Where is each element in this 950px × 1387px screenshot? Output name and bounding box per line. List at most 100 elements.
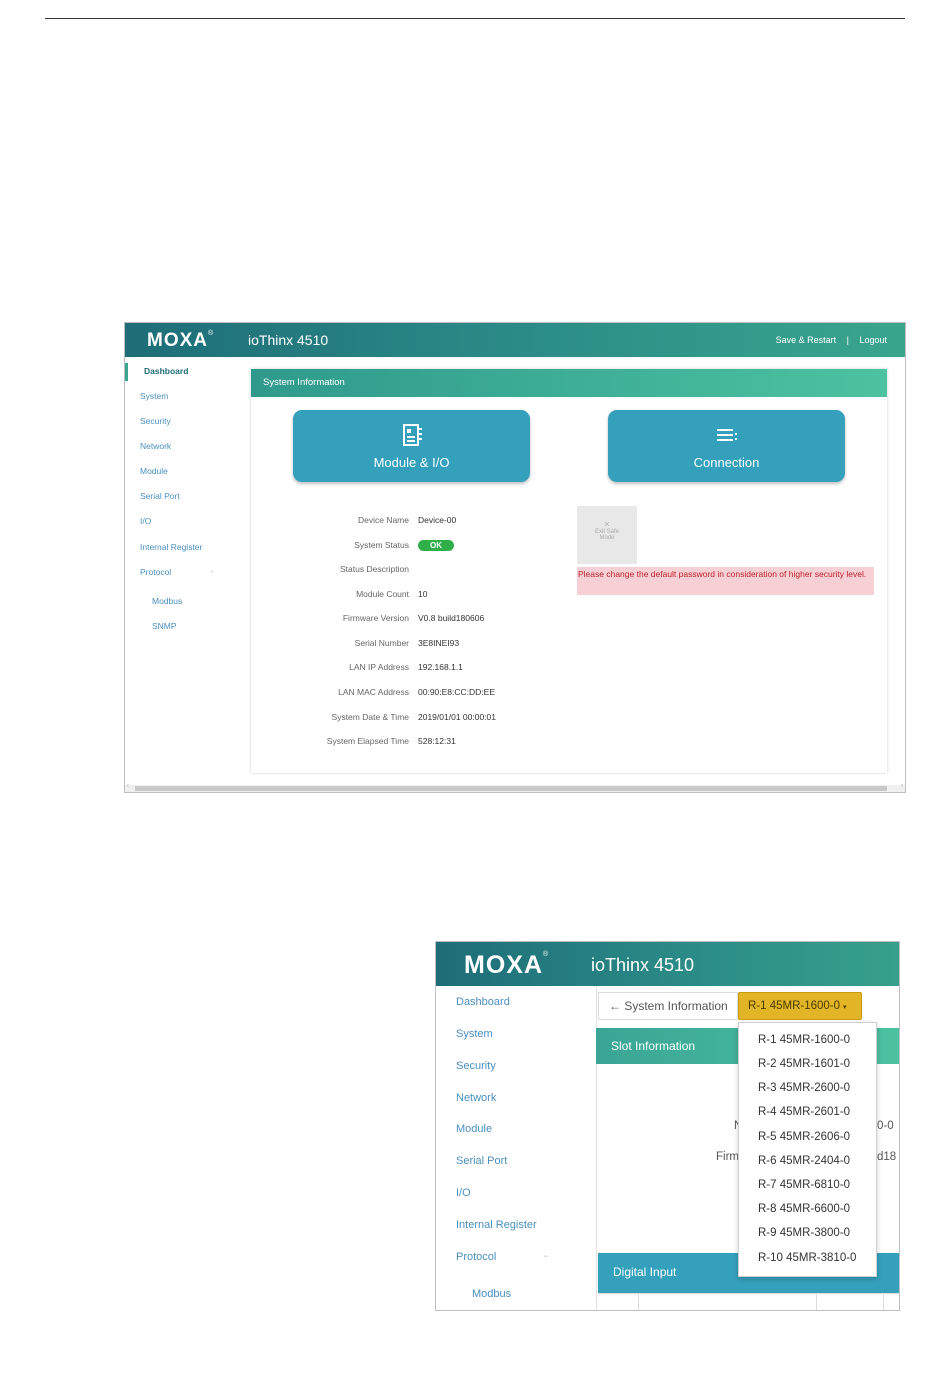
status-badge: OK [418,540,454,551]
slot-option[interactable]: R-5 45MR-2606-0 [758,1131,850,1143]
save-restart-link[interactable]: Save & Restart [776,335,837,345]
info-row-device-name: Device Name Device-00 [251,515,887,529]
slot-option[interactable]: R-8 45MR-6600-0 [758,1203,850,1215]
module-icon [293,423,530,447]
product-name: ioThinx 4510 [591,955,695,975]
info-label: Module Count [356,589,409,599]
dashboard-screenshot: MOXA® ioThinx 4510 Save & Restart | Logo… [124,322,906,793]
top-divider [45,18,905,19]
info-value: OK [418,540,454,551]
sidebar-item-modbus[interactable]: Modbus [152,596,182,606]
info-value: 192.168.1.1 [418,662,463,672]
exit-safe-mode-button[interactable]: × Exit Safe Mode [577,506,637,564]
slot-option[interactable]: R-9 45MR-3800-0 [758,1227,850,1239]
sidebar-item-network[interactable]: Network [140,441,171,451]
caret-down-icon: ▾ [843,1004,847,1011]
sidebar-item-dashboard[interactable]: Dashboard [456,996,510,1008]
breadcrumb-system-information[interactable]: ← System Information [598,992,738,1020]
info-label: System Date & Time [331,712,409,722]
slot-option[interactable]: R-4 45MR-2601-0 [758,1106,850,1118]
sidebar-item-system[interactable]: System [140,391,168,401]
sidebar-item-system[interactable]: System [456,1028,493,1040]
sidebar-item-security[interactable]: Security [140,416,171,426]
info-value: 3E8INEI93 [418,638,460,648]
sidebar: Dashboard System Security Network Module… [436,986,597,1310]
info-row-lan-ip: LAN IP Address 192.168.1.1 [251,662,887,676]
info-value: 528:12:31 [418,736,456,746]
slot-option[interactable]: R-7 45MR-6810-0 [758,1179,850,1191]
module-io-button[interactable]: Module & I/O [293,410,530,482]
slot-option[interactable]: R-2 45MR-1601-0 [758,1058,850,1070]
table-divider [816,1294,817,1310]
header-separator: | [846,335,849,345]
info-row-system-date-time: System Date & Time 2019/01/01 00:00:01 [251,712,887,726]
info-value: 2019/01/01 00:00:01 [418,712,496,722]
connection-icon [608,423,845,447]
sidebar-item-io[interactable]: I/O [140,516,151,526]
selected-slot-label: R-1 45MR-1600-0 [748,1000,841,1012]
slot-dropdown-menu: R-1 45MR-1600-0 R-2 45MR-1601-0 R-3 45MR… [738,1022,877,1277]
slot-option[interactable]: R-10 45MR-3810-0 [758,1252,856,1264]
connection-button[interactable]: Connection [608,410,845,482]
protocol-collapse-icon[interactable]: - [211,567,214,576]
logout-link[interactable]: Logout [859,335,887,345]
breadcrumb-label: System Information [624,999,728,1013]
sidebar-item-internal-register[interactable]: Internal Register [456,1219,537,1231]
horizontal-scrollbar[interactable]: ‹ › [125,783,905,792]
info-row-elapsed-time: System Elapsed Time 528:12:31 [251,736,887,750]
slot-option[interactable]: R-3 45MR-2600-0 [758,1082,850,1094]
sidebar-item-network[interactable]: Network [456,1092,496,1104]
moxa-logo: MOXA® [464,951,550,979]
info-value: V0.8 build180606 [418,613,485,623]
sidebar-item-snmp[interactable]: SNMP [152,621,177,631]
active-indicator [125,363,128,381]
info-label: System Status [354,540,409,550]
close-icon: × [604,519,610,529]
info-label: Serial Number [354,638,409,648]
safe-mode-line2: Mode [599,535,615,541]
info-value: 00:90:E8:CC:DD:EE [418,687,496,697]
info-label: Firmware Version [342,613,409,623]
moxa-logo: MOXA® [147,330,215,351]
obscured-text-fragment: Firm [716,1151,739,1163]
sidebar-item-serial-port[interactable]: Serial Port [140,491,180,501]
password-warning: Please change the default password in co… [577,567,874,595]
info-label: Device Name [357,515,409,525]
obscured-text-fragment: d18 [877,1151,897,1163]
info-row-system-status: System Status OK [251,540,887,554]
sidebar-item-io[interactable]: I/O [456,1187,471,1199]
slot-select-dropdown[interactable]: R-1 45MR-1600-0 ▾ [738,992,862,1020]
sidebar-item-module[interactable]: Module [140,466,168,476]
panel-title: System Information [251,369,887,397]
sidebar-item-protocol[interactable]: Protocol [140,567,171,577]
table-header-row [598,1293,899,1310]
sidebar-item-module[interactable]: Module [456,1123,492,1135]
info-label: LAN MAC Address [338,687,409,697]
info-value: Device-00 [418,515,457,525]
sidebar-item-protocol[interactable]: Protocol [456,1251,496,1263]
system-information-panel: System Information Module & I/O Connecti… [251,369,887,773]
info-row-firmware-version: Firmware Version V0.8 build180606 [251,613,887,627]
table-divider [883,1294,884,1310]
scroll-thumb[interactable] [135,786,887,791]
sidebar-item-dashboard[interactable]: Dashboard [144,366,188,376]
sidebar-item-internal-register[interactable]: Internal Register [140,542,202,552]
product-name: ioThinx 4510 [248,332,329,348]
info-label: System Elapsed Time [326,736,409,746]
sidebar: Dashboard System Security Network Module… [125,357,245,792]
scroll-left-icon[interactable]: ‹ [127,783,129,789]
slot-option[interactable]: R-6 45MR-2404-0 [758,1155,850,1167]
sidebar-item-security[interactable]: Security [456,1060,496,1072]
protocol-collapse-icon[interactable]: - [544,1251,547,1262]
connection-label: Connection [693,455,760,470]
scroll-right-icon[interactable]: › [901,783,903,789]
slot-option[interactable]: R-1 45MR-1600-0 [758,1034,850,1046]
sidebar-item-serial-port[interactable]: Serial Port [456,1155,507,1167]
app-header: MOXA® ioThinx 4510 [436,942,899,986]
sidebar-item-modbus[interactable]: Modbus [472,1288,511,1300]
app-header: MOXA® ioThinx 4510 Save & Restart | Logo… [125,323,905,357]
info-label: LAN IP Address [349,662,409,672]
info-row-lan-mac: LAN MAC Address 00:90:E8:CC:DD:EE [251,687,887,701]
info-label: Status Description [340,564,409,574]
slot-select-screenshot: MOXA® ioThinx 4510 Dashboard System Secu… [435,941,900,1311]
